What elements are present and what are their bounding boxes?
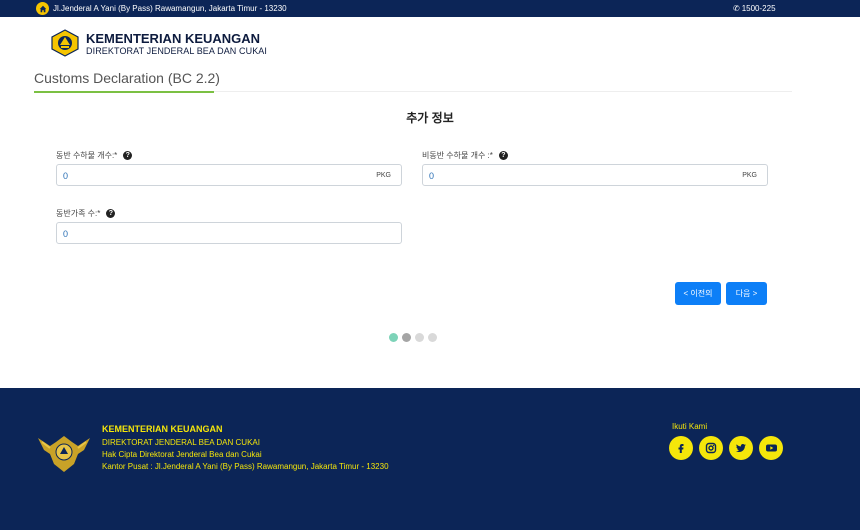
step-dot bbox=[428, 333, 437, 342]
accompanied-baggage-input[interactable]: 0 PKG bbox=[56, 164, 402, 186]
unaccompanied-baggage-input[interactable]: 0 PKG bbox=[422, 164, 768, 186]
footer-office: Kantor Pusat : Jl.Jenderal A Yani (By Pa… bbox=[102, 462, 389, 471]
brand-subtitle: DIREKTORAT JENDERAL BEA DAN CUKAI bbox=[86, 46, 268, 56]
follow-label: Ikuti Kami bbox=[672, 422, 708, 431]
family-count-label-text: 동반가족 수:* bbox=[56, 209, 101, 218]
section-title: 추가 정보 bbox=[406, 111, 454, 125]
unaccompanied-baggage-unit: PKG bbox=[742, 172, 757, 179]
twitter-icon[interactable] bbox=[729, 436, 753, 460]
family-count-input[interactable]: 0 bbox=[56, 222, 402, 244]
home-icon[interactable] bbox=[36, 2, 49, 15]
kemenkeu-logo-icon bbox=[50, 29, 80, 62]
top-bar: Jl.Jenderal A Yani (By Pass) Rawamangun,… bbox=[0, 0, 860, 17]
accompanied-baggage-unit: PKG bbox=[376, 172, 391, 179]
youtube-icon[interactable] bbox=[759, 436, 783, 460]
footer-org: KEMENTERIAN KEUANGAN bbox=[102, 424, 223, 434]
footer-copyright: Hak Cipta Direktorat Jenderal Bea dan Cu… bbox=[102, 450, 262, 459]
page-title: Customs Declaration (BC 2.2) bbox=[34, 70, 220, 86]
step-dot bbox=[415, 333, 424, 342]
footer-dept: DIREKTORAT JENDERAL BEA DAN CUKAI bbox=[102, 438, 260, 447]
family-count-value: 0 bbox=[63, 229, 69, 239]
unaccompanied-baggage-value: 0 bbox=[429, 171, 435, 181]
step-indicator bbox=[389, 333, 441, 342]
accompanied-baggage-value: 0 bbox=[63, 171, 69, 181]
help-icon[interactable]: ? bbox=[123, 151, 133, 160]
accompanied-baggage-label: 동반 수하물 개수:* ? bbox=[56, 150, 133, 161]
help-icon[interactable]: ? bbox=[498, 151, 508, 160]
step-dot bbox=[402, 333, 411, 342]
accompanied-baggage-label-text: 동반 수하물 개수:* bbox=[56, 151, 118, 160]
prev-button[interactable]: < 이전의 bbox=[675, 282, 721, 305]
top-address: Jl.Jenderal A Yani (By Pass) Rawamangun,… bbox=[53, 4, 287, 13]
title-underline bbox=[34, 91, 214, 93]
unaccompanied-baggage-label: 비동반 수하물 개수 :* ? bbox=[422, 150, 508, 161]
family-count-label: 동반가족 수:* ? bbox=[56, 208, 116, 219]
next-button[interactable]: 다음 > bbox=[726, 282, 767, 305]
phone-icon: ✆ bbox=[733, 4, 740, 13]
footer: KEMENTERIAN KEUANGAN DIREKTORAT JENDERAL… bbox=[0, 388, 860, 530]
help-icon[interactable]: ? bbox=[106, 209, 116, 218]
unaccompanied-baggage-label-text: 비동반 수하물 개수 :* bbox=[422, 151, 493, 160]
step-dot bbox=[389, 333, 398, 342]
top-phone: ✆ 1500-225 bbox=[733, 4, 776, 13]
phone-number: 1500-225 bbox=[741, 4, 776, 13]
garuda-emblem-icon bbox=[36, 432, 92, 479]
brand-title: KEMENTERIAN KEUANGAN bbox=[86, 31, 261, 46]
instagram-icon[interactable] bbox=[699, 436, 723, 460]
facebook-icon[interactable] bbox=[669, 436, 693, 460]
